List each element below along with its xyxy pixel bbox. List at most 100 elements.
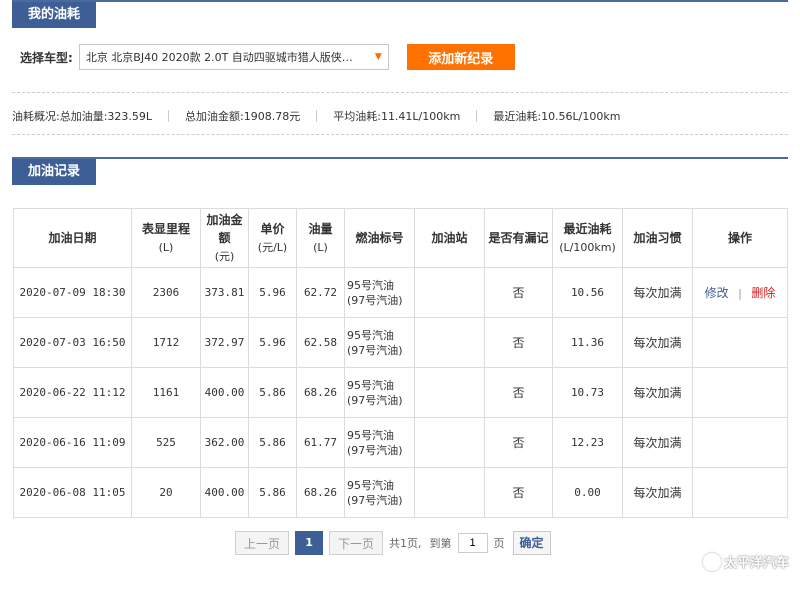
cell-date: 2020-07-03 16:50 (13, 317, 132, 368)
car-model-select[interactable]: 北京 北京BJ40 2020款 2.0T 自动四驱城市猎人版侠… ▼ (78, 44, 389, 70)
divider (316, 110, 318, 122)
divider: | (736, 287, 744, 300)
cell-price: 5.86 (248, 467, 297, 518)
car-select-row: 选择车型: 北京 北京BJ40 2020款 2.0T 自动四驱城市猎人版侠… ▼… (20, 44, 515, 70)
divider (12, 92, 788, 93)
cell-missed: 否 (484, 417, 553, 468)
cell-date: 2020-06-22 11:12 (13, 367, 132, 418)
watermark-text: 太平洋汽车 (724, 556, 790, 571)
cell-missed: 否 (484, 467, 553, 518)
cell-volume: 68.26 (296, 367, 345, 418)
cell-consumption: 11.36 (552, 317, 623, 368)
cell-actions: 修改 | 删除 (692, 267, 788, 318)
cell-volume: 62.72 (296, 267, 345, 318)
summary-recent-consumption: 最近油耗:10.56L/100km (493, 110, 621, 123)
divider (168, 110, 170, 122)
prev-page-button[interactable]: 上一页 (235, 531, 290, 555)
section-title-my-fuel: 我的油耗 (12, 2, 97, 28)
cell-fuel-grade: 95号汽油 (97号汽油) (344, 267, 415, 318)
cell-consumption: 10.73 (552, 367, 623, 418)
next-page-button[interactable]: 下一页 (329, 531, 384, 555)
fuel-summary: 油耗概况:总加油量:323.59L 总加油金额:1908.78元 平均油耗:11… (12, 108, 620, 124)
cell-habit: 每次加满 (622, 467, 693, 518)
cell-fuel-grade: 95号汽油 (97号汽油) (344, 367, 415, 418)
goto-label: 到第 (429, 537, 452, 550)
divider (476, 110, 478, 122)
cell-price: 5.96 (248, 317, 297, 368)
table-row: 2020-06-22 11:12 1161 400.00 5.86 68.26 … (13, 367, 788, 418)
car-model-value: 北京 北京BJ40 2020款 2.0T 自动四驱城市猎人版侠… (85, 51, 353, 64)
cell-volume: 62.58 (296, 317, 345, 368)
cell-consumption: 0.00 (552, 467, 623, 518)
cell-price: 5.86 (248, 417, 297, 468)
column-header: 是否有漏记 (484, 208, 553, 268)
column-header: 加油日期 (13, 208, 132, 268)
cell-amount: 373.81 (200, 267, 249, 318)
cell-amount: 362.00 (200, 417, 249, 468)
cell-missed: 否 (484, 317, 553, 368)
car-select-label: 选择车型: (20, 50, 73, 65)
chevron-down-icon: ▼ (374, 52, 382, 62)
column-header: 油量 (L) (296, 208, 345, 268)
cell-habit: 每次加满 (622, 267, 693, 318)
cell-amount: 400.00 (200, 367, 249, 418)
cell-price: 5.86 (248, 367, 297, 418)
cell-station (414, 267, 485, 318)
edit-link[interactable]: 修改 (705, 286, 729, 300)
my-fuel-header: 我的油耗 (12, 0, 788, 30)
cell-date: 2020-06-16 11:09 (13, 417, 132, 468)
cell-fuel-grade: 95号汽油 (97号汽油) (344, 417, 415, 468)
column-header: 加油站 (414, 208, 485, 268)
cell-actions (692, 467, 788, 518)
delete-link[interactable]: 删除 (751, 286, 775, 300)
cell-actions (692, 367, 788, 418)
table-row: 2020-07-09 18:30 2306 373.81 5.96 62.72 … (13, 267, 788, 318)
column-header: 加油习惯 (622, 208, 693, 268)
cell-habit: 每次加满 (622, 417, 693, 468)
pagination: 上一页 1 下一页 共1页, 到第 页 确定 (235, 531, 551, 555)
goto-page-input[interactable] (457, 533, 488, 553)
summary-total-volume: 油耗概况:总加油量:323.59L (12, 110, 153, 123)
cell-station (414, 417, 485, 468)
column-header: 单价 (元/L) (248, 208, 297, 268)
cell-actions (692, 417, 788, 468)
cell-station (414, 467, 485, 518)
divider (12, 134, 788, 135)
cell-station (414, 367, 485, 418)
cell-fuel-grade: 95号汽油 (97号汽油) (344, 317, 415, 368)
column-header: 加油金额 (元) (200, 208, 249, 268)
column-header: 燃油标号 (344, 208, 415, 268)
cell-volume: 68.26 (296, 467, 345, 518)
page-number-current[interactable]: 1 (295, 531, 324, 555)
cell-station (414, 317, 485, 368)
table-row: 2020-06-16 11:09 525 362.00 5.86 61.77 9… (13, 417, 788, 468)
confirm-button[interactable]: 确定 (512, 531, 551, 555)
table-header-row: 加油日期 表显里程 (L) 加油金额 (元) 单价 (元/L) 油量 (L) 燃油标号 … (13, 208, 788, 268)
page-suffix: 页 (493, 537, 505, 550)
cell-amount: 372.97 (200, 317, 249, 368)
cell-mileage: 1161 (131, 367, 201, 418)
cell-consumption: 12.23 (552, 417, 623, 468)
cell-mileage: 1712 (131, 317, 201, 368)
cell-amount: 400.00 (200, 467, 249, 518)
watermark: 太平洋汽车 (703, 552, 789, 571)
logo-icon (703, 552, 721, 571)
column-header: 表显里程 (L) (131, 208, 201, 268)
cell-habit: 每次加满 (622, 317, 693, 368)
table-row: 2020-07-03 16:50 1712 372.97 5.96 62.58 … (13, 317, 788, 368)
fuel-records-table: 加油日期 表显里程 (L) 加油金额 (元) 单价 (元/L) 油量 (L) 燃油标号 … (13, 208, 788, 518)
cell-price: 5.96 (248, 267, 297, 318)
section-title-records: 加油记录 (12, 159, 97, 185)
cell-habit: 每次加满 (622, 367, 693, 418)
records-header: 加油记录 (12, 157, 788, 187)
cell-consumption: 10.56 (552, 267, 623, 318)
cell-date: 2020-07-09 18:30 (13, 267, 132, 318)
summary-average-consumption: 平均油耗:11.41L/100km (333, 110, 461, 123)
add-record-button[interactable]: 添加新纪录 (406, 44, 515, 70)
cell-date: 2020-06-08 11:05 (13, 467, 132, 518)
cell-actions (692, 317, 788, 368)
cell-fuel-grade: 95号汽油 (97号汽油) (344, 467, 415, 518)
cell-mileage: 20 (131, 467, 201, 518)
cell-missed: 否 (484, 367, 553, 418)
total-pages-text: 共1页, (389, 537, 422, 550)
